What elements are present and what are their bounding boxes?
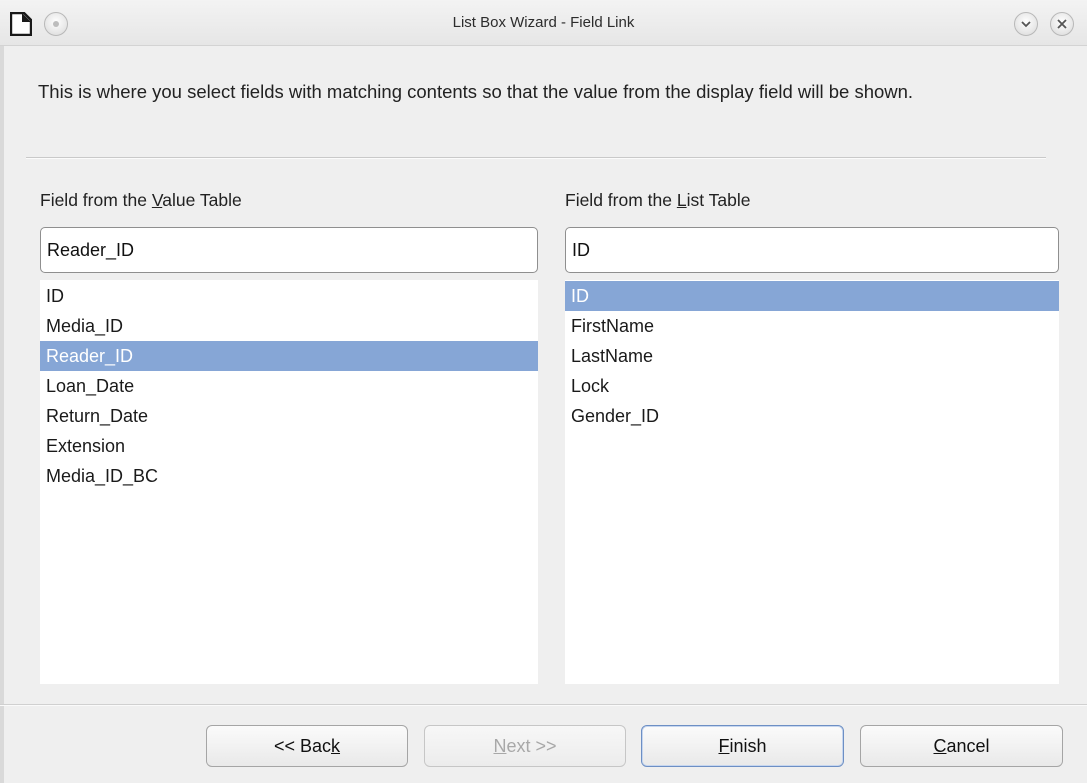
chevron-down-icon[interactable] — [1014, 12, 1038, 36]
close-icon[interactable] — [1050, 12, 1074, 36]
list-item[interactable]: LastName — [565, 341, 1059, 371]
value-table-label-suffix: alue Table — [162, 190, 242, 210]
list-item[interactable]: Extension — [40, 431, 538, 461]
list-table-label-prefix: Field from the — [565, 190, 677, 210]
list-item[interactable]: Media_ID — [40, 311, 538, 341]
intro-description: This is where you select fields with mat… — [38, 81, 914, 102]
back-button[interactable]: << Back — [206, 725, 408, 767]
list-item[interactable]: Media_ID_BC — [40, 461, 538, 491]
list-table-listbox[interactable]: ID FirstName LastName Lock Gender_ID — [565, 280, 1059, 684]
cancel-button-mnemonic: C — [933, 736, 947, 756]
value-table-label-prefix: Field from the — [40, 190, 152, 210]
list-table-label-mnemonic: L — [676, 190, 687, 210]
footer-divider — [0, 704, 1087, 706]
back-button-prefix: << Bac — [273, 736, 332, 756]
value-table-label: Field from the Value Table — [40, 190, 242, 211]
list-item[interactable]: Reader_ID — [40, 341, 538, 371]
list-item[interactable]: Loan_Date — [40, 371, 538, 401]
window-frame-edge — [0, 46, 4, 783]
list-table-field-input[interactable]: ID — [565, 227, 1059, 273]
finish-button-suffix: inish — [729, 736, 767, 756]
next-button[interactable]: Next >> — [424, 725, 626, 767]
value-table-field-input[interactable]: Reader_ID — [40, 227, 538, 273]
header-divider — [26, 157, 1046, 159]
next-button-suffix: ext >> — [506, 736, 557, 756]
list-item[interactable]: Gender_ID — [565, 401, 1059, 431]
title-bar: List Box Wizard - Field Link — [0, 0, 1087, 46]
list-item[interactable]: Lock — [565, 371, 1059, 401]
back-button-mnemonic: k — [331, 736, 341, 756]
list-table-label-suffix: ist Table — [686, 190, 751, 210]
finish-button[interactable]: Finish — [641, 725, 844, 767]
list-item[interactable]: Return_Date — [40, 401, 538, 431]
cancel-button[interactable]: Cancel — [860, 725, 1063, 767]
list-item[interactable]: ID — [40, 281, 538, 311]
value-table-label-mnemonic: V — [151, 190, 163, 210]
finish-button-mnemonic: F — [718, 736, 730, 756]
list-table-label: Field from the List Table — [565, 190, 750, 211]
window-title: List Box Wizard - Field Link — [452, 14, 635, 31]
next-button-mnemonic: N — [493, 736, 507, 756]
list-item[interactable]: ID — [565, 281, 1059, 311]
list-item[interactable]: FirstName — [565, 311, 1059, 341]
value-table-listbox[interactable]: ID Media_ID Reader_ID Loan_Date Return_Date E… — [40, 280, 538, 684]
cancel-button-suffix: ancel — [946, 736, 990, 756]
